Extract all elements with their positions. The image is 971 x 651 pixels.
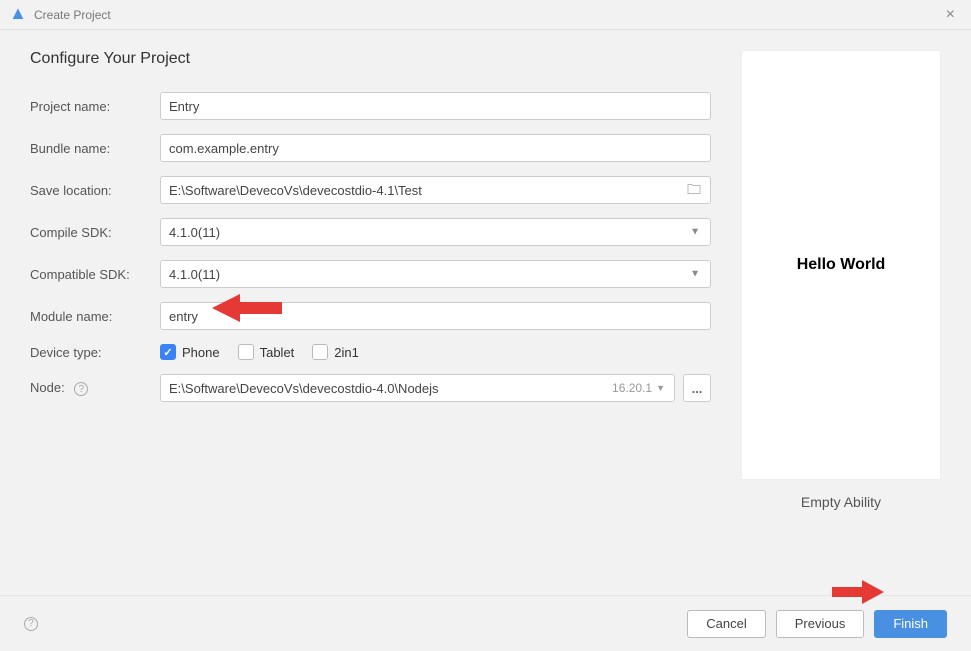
checkbox-icon	[238, 344, 254, 360]
device-phone-checkbox[interactable]: Phone	[160, 344, 220, 360]
window-title: Create Project	[34, 8, 111, 22]
footer: ? Cancel Previous Finish	[0, 595, 971, 651]
checkbox-icon	[160, 344, 176, 360]
help-icon[interactable]: ?	[74, 382, 88, 396]
device-type-label: Device type:	[30, 345, 160, 360]
chevron-down-icon: ▼	[690, 269, 700, 280]
compile-sdk-select[interactable]: 4.1.0(11) ▼	[160, 218, 711, 246]
device-2in1-label: 2in1	[334, 345, 359, 360]
compile-sdk-value: 4.1.0(11)	[169, 225, 220, 240]
bundle-name-input[interactable]	[160, 134, 711, 162]
module-name-label: Module name:	[30, 309, 160, 324]
preview-text: Hello World	[797, 256, 886, 274]
title-bar: Create Project ×	[0, 0, 971, 30]
compatible-sdk-value: 4.1.0(11)	[169, 267, 220, 282]
project-name-label: Project name:	[30, 99, 160, 114]
cancel-button[interactable]: Cancel	[687, 610, 765, 638]
checkbox-icon	[312, 344, 328, 360]
save-location-input[interactable]	[160, 176, 711, 204]
previous-button[interactable]: Previous	[776, 610, 865, 638]
finish-button[interactable]: Finish	[874, 610, 947, 638]
compatible-sdk-select[interactable]: 4.1.0(11) ▼	[160, 260, 711, 288]
project-name-input[interactable]	[160, 92, 711, 120]
device-tablet-label: Tablet	[260, 345, 295, 360]
node-browse-button[interactable]: ...	[683, 374, 711, 402]
node-version-dropdown[interactable]: 16.20.1 ▼	[612, 381, 665, 395]
node-label: Node: ?	[30, 380, 160, 397]
chevron-down-icon: ▼	[656, 383, 665, 393]
template-preview: Hello World	[741, 50, 941, 480]
compatible-sdk-label: Compatible SDK:	[30, 267, 160, 282]
close-icon[interactable]: ×	[940, 6, 961, 24]
compile-sdk-label: Compile SDK:	[30, 225, 160, 240]
app-logo-icon	[10, 7, 26, 23]
device-2in1-checkbox[interactable]: 2in1	[312, 344, 359, 360]
save-location-label: Save location:	[30, 183, 160, 198]
module-name-input[interactable]	[160, 302, 711, 330]
chevron-down-icon: ▼	[690, 227, 700, 238]
device-phone-label: Phone	[182, 345, 220, 360]
node-path-input[interactable]	[160, 374, 675, 402]
bundle-name-label: Bundle name:	[30, 141, 160, 156]
help-icon[interactable]: ?	[24, 617, 38, 631]
page-heading: Configure Your Project	[30, 50, 711, 68]
device-tablet-checkbox[interactable]: Tablet	[238, 344, 295, 360]
folder-icon[interactable]	[687, 183, 701, 198]
template-name: Empty Ability	[801, 494, 881, 510]
